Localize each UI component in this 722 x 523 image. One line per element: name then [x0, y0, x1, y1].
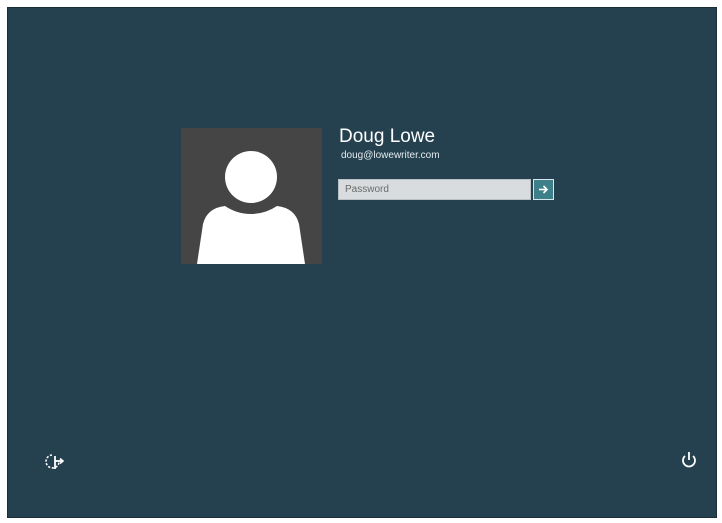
- password-field[interactable]: [338, 179, 531, 200]
- submit-button[interactable]: [533, 179, 554, 200]
- lock-screen: Doug Lowe doug@lowewriter.com: [7, 7, 717, 518]
- arrow-right-icon: [539, 185, 549, 194]
- user-silhouette-icon: [197, 151, 305, 264]
- user-name: Doug Lowe: [339, 126, 436, 147]
- password-row: [338, 179, 556, 200]
- ease-of-access-icon: [45, 454, 65, 469]
- power-button[interactable]: [678, 449, 700, 471]
- user-avatar: [181, 128, 322, 264]
- power-icon: [682, 452, 696, 468]
- ease-of-access-button[interactable]: [44, 450, 66, 472]
- user-email: doug@lowewriter.com: [341, 150, 440, 161]
